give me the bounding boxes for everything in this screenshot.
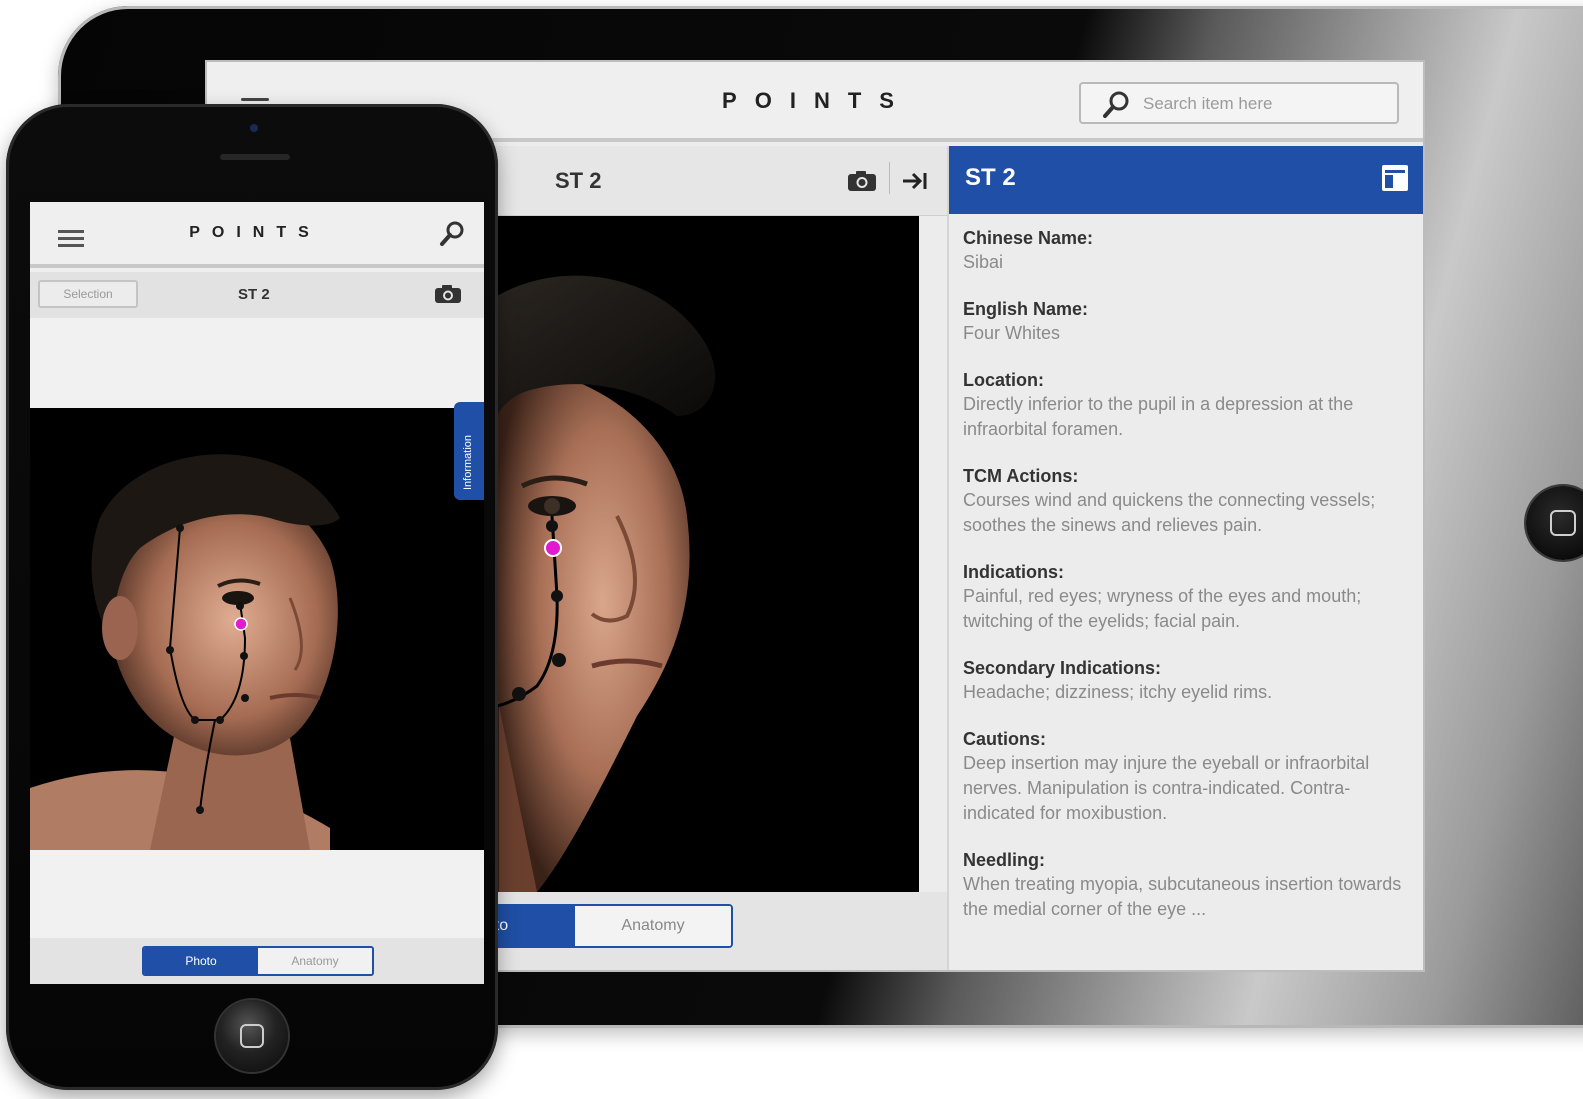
field-indications: Indications: Painful, red eyes; wryness …: [963, 560, 1413, 634]
field-label: Indications:: [963, 562, 1065, 582]
face-photo: [30, 408, 484, 850]
field-label: English Name:: [963, 299, 1089, 319]
tablet-home-button[interactable]: [1526, 486, 1583, 560]
app-title: POINTS: [722, 88, 912, 113]
field-value: When treating myopia, subcutaneous inser…: [963, 874, 1402, 919]
panel-body: Chinese Name: Sibai English Name: Four W…: [949, 214, 1423, 922]
phone-device: POINTS Selection ST 2 Information Photo …: [6, 104, 498, 1090]
search-icon: [1103, 91, 1129, 118]
field-label: TCM Actions:: [963, 466, 1079, 486]
search-placeholder: Search item here: [1143, 94, 1273, 113]
speaker-grille: [220, 154, 290, 160]
field-needling: Needling: When treating myopia, subcutan…: [963, 848, 1413, 922]
app-title: POINTS: [189, 224, 321, 241]
field-value: Four Whites: [963, 323, 1061, 343]
selection-button[interactable]: Selection: [38, 280, 138, 308]
field-tcm-actions: TCM Actions: Courses wind and quickens t…: [963, 464, 1413, 538]
phone-screen: POINTS Selection ST 2 Information Photo …: [30, 202, 484, 984]
field-chinese-name: Chinese Name: Sibai: [963, 226, 1413, 275]
search-icon[interactable]: [438, 220, 466, 248]
field-value: Sibai: [963, 252, 1004, 272]
panel-title: ST 2: [965, 164, 1016, 191]
tab-anatomy[interactable]: Anatomy: [575, 906, 731, 946]
point-code: ST 2: [238, 286, 270, 303]
search-input[interactable]: Search item here: [1079, 82, 1399, 124]
field-value: Directly inferior to the pupil in a depr…: [963, 394, 1354, 439]
tab-anatomy[interactable]: Anatomy: [258, 948, 372, 974]
field-label: Secondary Indications:: [963, 658, 1162, 678]
field-value: Courses wind and quickens the connecting…: [963, 490, 1376, 535]
home-button-icon: [240, 1024, 264, 1048]
information-tab-label: Information: [462, 434, 474, 490]
field-cautions: Cautions: Deep insertion may injure the …: [963, 727, 1413, 826]
information-tab[interactable]: Information: [454, 402, 484, 500]
collapse-panel-icon[interactable]: [901, 170, 929, 192]
field-label: Chinese Name:: [963, 228, 1094, 248]
point-info-panel: ST 2 Chinese Name: Sibai English Name: F…: [947, 146, 1423, 970]
camera-icon[interactable]: [847, 170, 877, 192]
toolbar-divider: [889, 162, 890, 194]
field-secondary-indications: Secondary Indications: Headache; dizzine…: [963, 656, 1413, 705]
front-camera: [250, 124, 258, 132]
field-label: Location:: [963, 370, 1044, 390]
menu-icon[interactable]: [58, 230, 84, 251]
phone-photo-view[interactable]: [30, 408, 484, 850]
home-button-icon: [1550, 510, 1576, 536]
phone-view-switcher: Photo Anatomy: [30, 938, 484, 984]
phone-spacer-bottom: [30, 850, 484, 938]
panel-header: ST 2: [949, 146, 1423, 214]
view-segmented-control: Photo Anatomy: [142, 946, 374, 976]
field-location: Location: Directly inferior to the pupil…: [963, 368, 1413, 442]
field-value: Deep insertion may injure the eyeball or…: [963, 753, 1370, 823]
field-value: Painful, red eyes; wryness of the eyes a…: [963, 586, 1362, 631]
marketing-stage: POINTS Search item here ST 2 Anatomy ST …: [0, 0, 1583, 1099]
field-value: Headache; dizziness; itchy eyelid rims.: [963, 682, 1273, 702]
panel-toggle-icon[interactable]: [1381, 164, 1409, 192]
phone-topbar: POINTS: [30, 202, 484, 268]
camera-icon[interactable]: [434, 284, 462, 304]
field-label: Needling:: [963, 850, 1046, 870]
field-label: Cautions:: [963, 729, 1046, 749]
field-english-name: English Name: Four Whites: [963, 297, 1413, 346]
point-code: ST 2: [555, 168, 602, 193]
phone-spacer-top: [30, 318, 484, 408]
phone-home-button[interactable]: [216, 1000, 288, 1072]
tab-photo[interactable]: Photo: [144, 948, 258, 974]
phone-point-bar: Selection ST 2: [30, 272, 484, 318]
